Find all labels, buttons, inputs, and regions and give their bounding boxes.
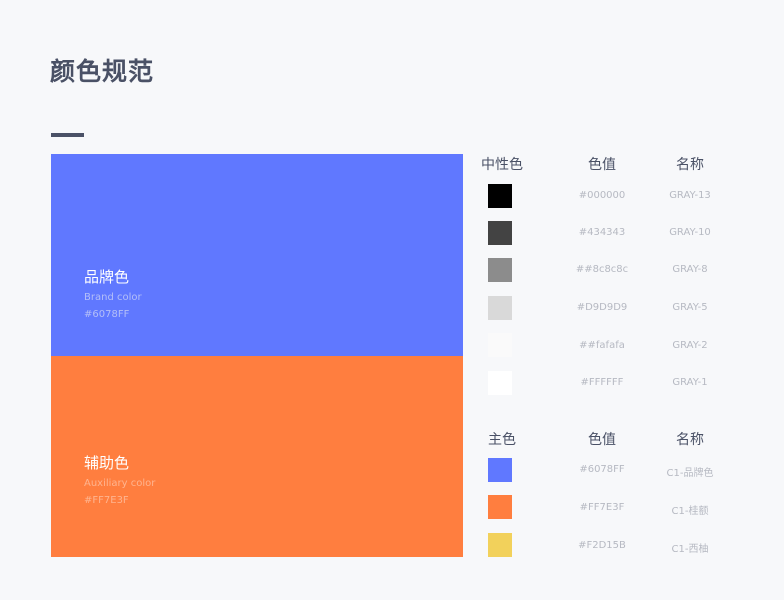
neutral-swatch-6 xyxy=(488,371,512,395)
main-hex-3: #F2D15B xyxy=(578,540,626,551)
neutral-hex-4: #D9D9D9 xyxy=(576,302,628,313)
title-underline xyxy=(51,133,84,137)
neutral-hex-1: #000000 xyxy=(578,190,626,201)
neutral-swatch-1 xyxy=(488,184,512,208)
brand-color-english: Brand color xyxy=(84,292,142,303)
neutral-name-5: GRAY-2 xyxy=(672,340,708,351)
neutral-name-6: GRAY-1 xyxy=(672,377,708,388)
neutral-header-hex: 色值 xyxy=(588,157,616,173)
neutral-hex-2: #434343 xyxy=(578,227,626,238)
brand-color-name: 品牌色 xyxy=(84,268,130,286)
neutral-name-1: GRAY-13 xyxy=(669,190,711,201)
main-header-name: 名称 xyxy=(676,432,704,448)
main-name-1: C1-品牌色 xyxy=(666,468,714,479)
auxiliary-color-hex: #FF7E3F xyxy=(84,495,129,506)
neutral-name-4: GRAY-5 xyxy=(672,302,708,313)
neutral-swatch-2 xyxy=(488,221,512,245)
neutral-name-2: GRAY-10 xyxy=(669,227,711,238)
main-hex-1: #6078FF xyxy=(579,464,625,475)
main-swatch-2 xyxy=(488,495,512,519)
main-hex-2: #FF7E3F xyxy=(579,502,625,513)
main-swatch-1 xyxy=(488,458,512,482)
brand-color-hex: #6078FF xyxy=(84,309,130,320)
neutral-hex-5: ##fafafa xyxy=(579,340,625,351)
neutral-swatch-3 xyxy=(488,258,512,282)
neutral-hex-3: ##8c8c8c xyxy=(575,264,629,275)
main-name-3: C1-西柚 xyxy=(671,544,709,555)
auxiliary-color-block: 辅助色 Auxiliary color #FF7E3F xyxy=(51,356,463,557)
neutral-header-name: 名称 xyxy=(676,157,704,173)
neutral-header-label: 中性色 xyxy=(481,157,523,173)
main-header-label: 主色 xyxy=(488,432,516,448)
main-swatch-3 xyxy=(488,533,512,557)
main-name-2: C1-桂额 xyxy=(671,506,709,517)
auxiliary-color-english: Auxiliary color xyxy=(84,478,156,489)
neutral-swatch-4 xyxy=(488,296,512,320)
brand-color-block: 品牌色 Brand color #6078FF xyxy=(51,154,463,356)
main-header-hex: 色值 xyxy=(588,432,616,448)
page-title: 颜色规范 xyxy=(50,57,155,86)
neutral-hex-6: #FFFFFF xyxy=(580,377,624,388)
neutral-name-3: GRAY-8 xyxy=(672,264,708,275)
auxiliary-color-name: 辅助色 xyxy=(84,454,130,472)
neutral-swatch-5 xyxy=(488,333,512,357)
